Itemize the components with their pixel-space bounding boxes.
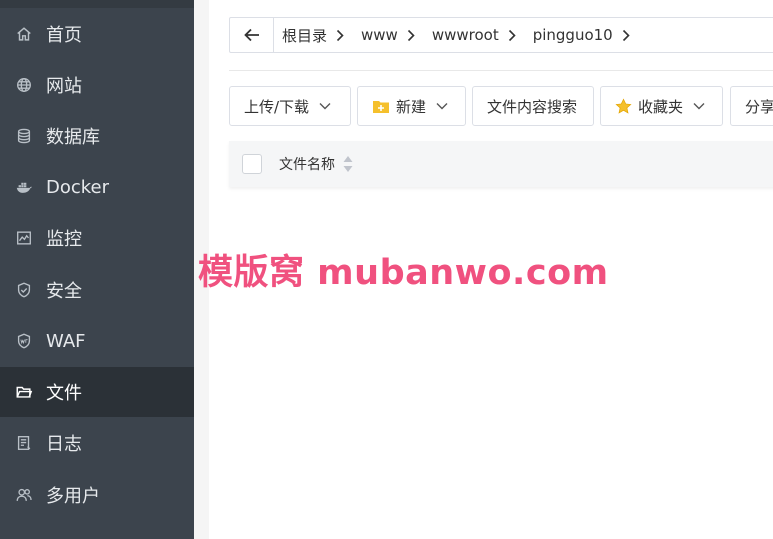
users-icon — [14, 485, 34, 505]
sort-icon[interactable] — [343, 155, 353, 173]
chevron-right-icon — [398, 29, 424, 42]
docker-icon — [14, 177, 34, 197]
sidebar-item-website[interactable]: 网站 — [0, 60, 194, 110]
chevron-down-icon — [693, 102, 705, 110]
sidebar-item-label: 监控 — [46, 229, 82, 250]
watermark: 模版窝 mubanwo.com — [198, 253, 609, 293]
favorites-button[interactable]: 收藏夹 — [600, 86, 723, 126]
chevron-right-icon — [499, 29, 525, 42]
sidebar-item-label: 首页 — [46, 25, 82, 46]
select-all-checkbox[interactable] — [242, 154, 262, 174]
breadcrumb-item-www[interactable]: www — [353, 18, 424, 52]
chevron-down-icon — [436, 102, 448, 110]
shield-icon — [14, 280, 34, 300]
upload-download-button[interactable]: 上传/下载 — [229, 86, 351, 126]
new-button[interactable]: 新建 — [357, 86, 466, 126]
breadcrumb-item-root[interactable]: 根目录 — [274, 18, 353, 52]
file-table-header: 文件名称 — [229, 141, 773, 187]
sidebar-item-label: 网站 — [46, 76, 82, 97]
sidebar-top-strip — [0, 0, 194, 8]
waf-shield-icon — [14, 331, 34, 351]
sidebar-item-database[interactable]: 数据库 — [0, 111, 194, 161]
sidebar-item-label: 数据库 — [46, 127, 100, 148]
sidebar-item-label: 安全 — [46, 281, 82, 302]
sidebar-item-label: 多用户 — [46, 486, 100, 507]
column-header-filename[interactable]: 文件名称 — [279, 154, 335, 174]
sidebar-item-home[interactable]: 首页 — [0, 9, 194, 59]
sidebar-item-docker[interactable]: Docker — [0, 162, 194, 212]
sidebar-item-label: 日志 — [46, 434, 82, 455]
folder-icon — [14, 382, 34, 402]
log-icon — [14, 433, 34, 453]
sidebar-item-label: WAF — [46, 330, 86, 352]
globe-icon — [14, 75, 34, 95]
sidebar: 首页 网站 数据库 Docker 监控 安全 WAF 文件 日志 多用户 — [0, 0, 194, 539]
star-icon — [615, 97, 632, 115]
chevron-down-icon — [319, 102, 331, 110]
sidebar-item-multi-user[interactable]: 多用户 — [0, 470, 194, 520]
chevron-right-icon — [613, 29, 639, 42]
sidebar-item-waf[interactable]: WAF — [0, 316, 194, 366]
breadcrumb-item-pingguo10[interactable]: pingguo10 — [525, 18, 639, 52]
monitor-icon — [14, 228, 34, 248]
chevron-right-icon — [327, 29, 353, 42]
share-button[interactable]: 分享 — [730, 86, 773, 126]
home-icon — [14, 24, 34, 44]
breadcrumb: 根目录 www wwwroot pingguo10 — [229, 17, 773, 53]
sidebar-item-monitor[interactable]: 监控 — [0, 213, 194, 263]
back-button[interactable] — [230, 18, 274, 52]
toolbar-divider — [229, 70, 773, 71]
sidebar-item-security[interactable]: 安全 — [0, 265, 194, 315]
new-folder-icon — [372, 99, 390, 114]
sidebar-item-files[interactable]: 文件 — [0, 367, 194, 417]
sidebar-item-label: 文件 — [46, 383, 82, 404]
breadcrumb-item-wwwroot[interactable]: wwwroot — [424, 18, 525, 52]
sidebar-item-logs[interactable]: 日志 — [0, 418, 194, 468]
database-icon — [14, 126, 34, 146]
file-toolbar: 上传/下载 新建 文件内容搜索 收藏夹 分享 — [229, 86, 773, 126]
sidebar-item-label: Docker — [46, 176, 110, 198]
arrow-left-icon — [243, 28, 259, 42]
file-content-search-button[interactable]: 文件内容搜索 — [472, 86, 594, 126]
